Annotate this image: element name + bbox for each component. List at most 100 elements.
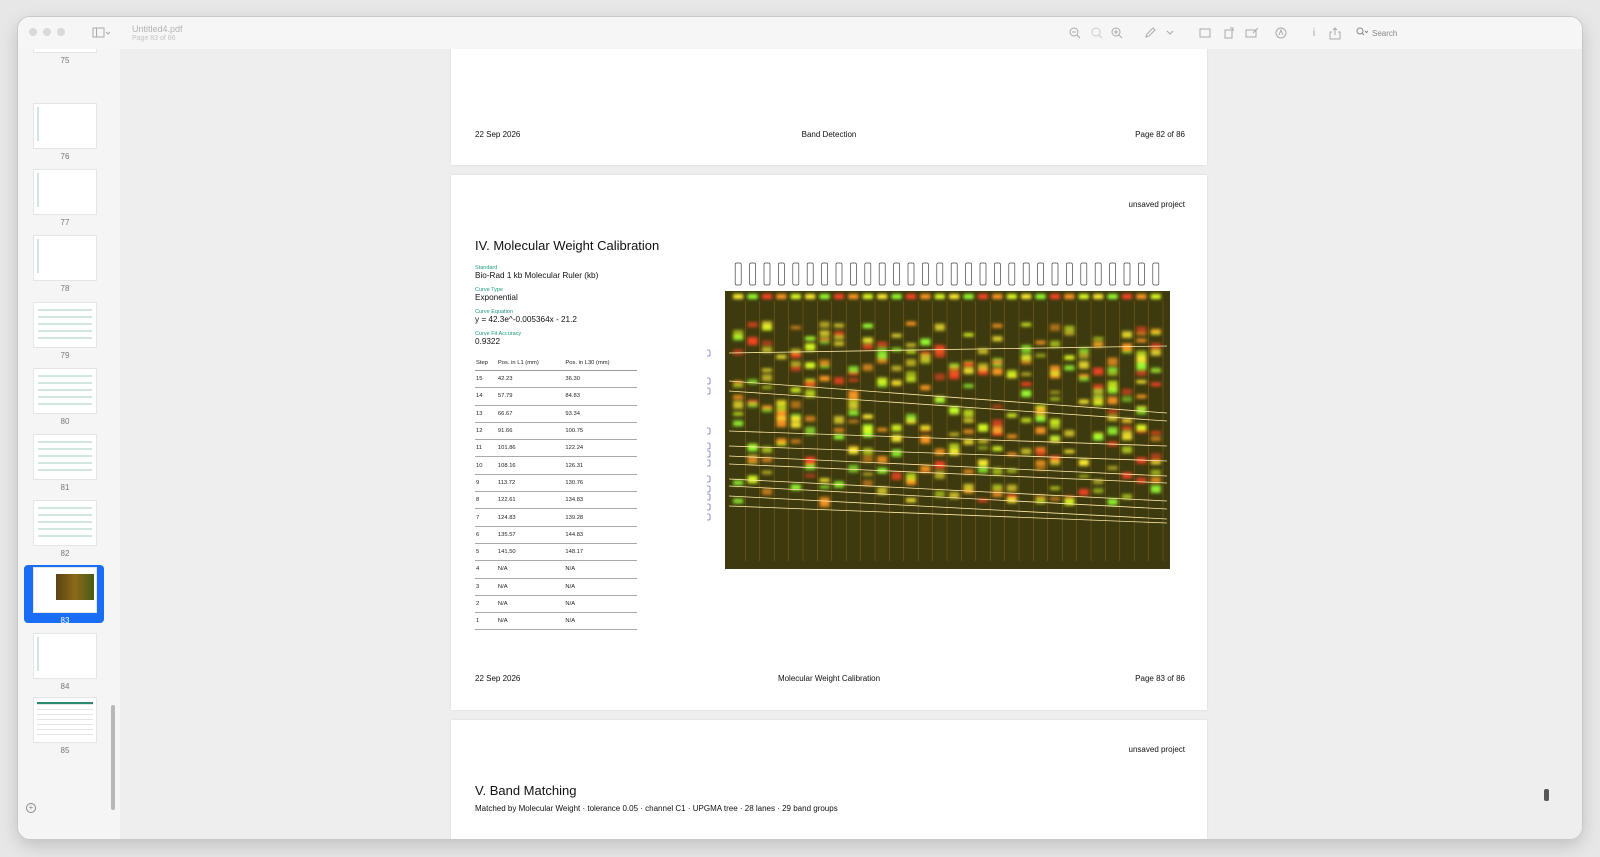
gel-band xyxy=(848,410,859,416)
gel-band xyxy=(1035,459,1046,466)
gel-band xyxy=(1064,331,1075,336)
document-scrollbar[interactable] xyxy=(1544,789,1549,801)
gel-band xyxy=(1078,474,1089,478)
gel-band xyxy=(1136,362,1147,370)
add-page-icon[interactable]: + xyxy=(26,803,36,813)
cell-step: 14 xyxy=(475,387,497,406)
sidebar-scrollbar[interactable] xyxy=(111,705,115,810)
gel-band xyxy=(1035,407,1046,414)
gel-band xyxy=(906,413,916,421)
lane-label-box xyxy=(950,262,958,286)
gel-band xyxy=(747,444,758,452)
zoom-out-icon[interactable] xyxy=(1066,25,1084,41)
page-thumbnail[interactable] xyxy=(33,434,97,480)
gel-band xyxy=(891,472,902,481)
gel-band xyxy=(1093,341,1104,348)
gel-band xyxy=(1021,355,1032,360)
pdf-page-83: unsaved project IV. Molecular Weight Cal… xyxy=(451,175,1207,710)
chevron-down-icon[interactable] xyxy=(1164,25,1176,41)
cell-pos-l30: 84.83 xyxy=(564,387,637,406)
page-thumbnail[interactable] xyxy=(33,169,97,215)
cell-step: 13 xyxy=(475,405,497,423)
gel-well xyxy=(1021,294,1032,299)
gel-band xyxy=(934,352,945,358)
page84-heading: V. Band Matching xyxy=(475,783,577,798)
gel-band xyxy=(992,323,1003,328)
markup-pen-icon[interactable] xyxy=(1140,25,1160,41)
gel-band xyxy=(1006,497,1017,503)
zoom-window-button[interactable] xyxy=(57,28,65,36)
gel-band xyxy=(790,387,801,393)
gel-band xyxy=(891,347,902,352)
gel-band xyxy=(805,456,816,465)
cell-pos-l30: 100.75 xyxy=(564,422,637,441)
highlight-icon[interactable] xyxy=(1242,25,1262,41)
gel-well xyxy=(906,294,916,299)
gel-band xyxy=(1050,424,1060,430)
actual-size-icon[interactable] xyxy=(1088,25,1106,41)
gel-band xyxy=(906,473,916,481)
gel-band xyxy=(1093,367,1104,376)
thumbnail-page-number: 85 xyxy=(60,746,70,755)
page-thumbnail[interactable] xyxy=(33,103,97,149)
gel-band xyxy=(1150,382,1161,387)
minimize-window-button[interactable] xyxy=(43,28,51,36)
thumbnail-page-number: 77 xyxy=(60,218,70,227)
gel-band xyxy=(1050,323,1060,331)
page-thumbnail[interactable] xyxy=(33,235,97,281)
gel-band xyxy=(1021,448,1032,455)
gel-band xyxy=(1035,415,1046,422)
page-thumbnail[interactable] xyxy=(33,500,97,546)
lane-label-box xyxy=(893,262,900,286)
cell-pos-l30: 148.17 xyxy=(564,543,637,562)
calibration-table: Step Pos. in L1 (mm) Pos. in L30 (mm) 15… xyxy=(475,355,637,631)
table-row: 5 141.50 148.17 xyxy=(475,543,637,562)
gel-well xyxy=(1078,294,1089,299)
page-thumbnail[interactable] xyxy=(33,567,97,613)
lane-label-box xyxy=(1037,262,1044,286)
gel-band xyxy=(1078,347,1089,354)
close-window-button[interactable] xyxy=(29,28,37,36)
gel-band xyxy=(1078,459,1089,466)
gel-band xyxy=(877,358,888,364)
cell-step: 3 xyxy=(475,578,497,596)
gel-band xyxy=(834,428,844,432)
gel-band xyxy=(1050,486,1060,490)
gel-band xyxy=(1122,418,1132,422)
search-field[interactable]: Search xyxy=(1356,24,1516,42)
zoom-in-icon[interactable] xyxy=(1108,25,1126,41)
page-thumbnail[interactable] xyxy=(33,302,97,348)
gel-band xyxy=(877,352,888,359)
gel-band xyxy=(747,402,758,408)
gel-band xyxy=(862,479,873,487)
cell-step: 4 xyxy=(475,560,497,579)
lane-label-box xyxy=(1152,262,1160,286)
gel-band xyxy=(747,475,758,484)
gel-band xyxy=(819,321,830,328)
annotate-icon[interactable] xyxy=(1272,25,1290,41)
cell-pos-l30: 122.24 xyxy=(564,439,637,458)
gel-band xyxy=(992,404,1003,409)
page-thumbnail[interactable] xyxy=(33,368,97,414)
gel-band xyxy=(776,403,787,412)
textbox-icon[interactable] xyxy=(1196,25,1214,41)
gel-band xyxy=(978,423,988,432)
gel-well xyxy=(1107,294,1118,299)
gel-band xyxy=(934,323,945,331)
share-icon[interactable] xyxy=(1326,25,1344,41)
gel-band xyxy=(1150,477,1161,483)
page-thumbnail[interactable] xyxy=(33,697,97,743)
gel-band xyxy=(776,419,787,428)
sidebar-toggle-icon[interactable] xyxy=(90,25,112,41)
step-marker-box xyxy=(701,485,711,493)
document-view[interactable]: 22 Sep 2026 Band Detection Page 82 of 86… xyxy=(120,17,1582,839)
gel-band xyxy=(790,325,801,330)
gel-band xyxy=(733,330,744,338)
rotate-icon[interactable] xyxy=(1220,25,1238,41)
page-thumbnail[interactable] xyxy=(33,633,97,679)
info-icon[interactable]: i xyxy=(1306,25,1322,41)
gel-band xyxy=(1122,343,1132,352)
step-marker-box xyxy=(701,450,711,458)
gel-band xyxy=(1064,355,1075,360)
lane-label-box xyxy=(1123,262,1131,286)
